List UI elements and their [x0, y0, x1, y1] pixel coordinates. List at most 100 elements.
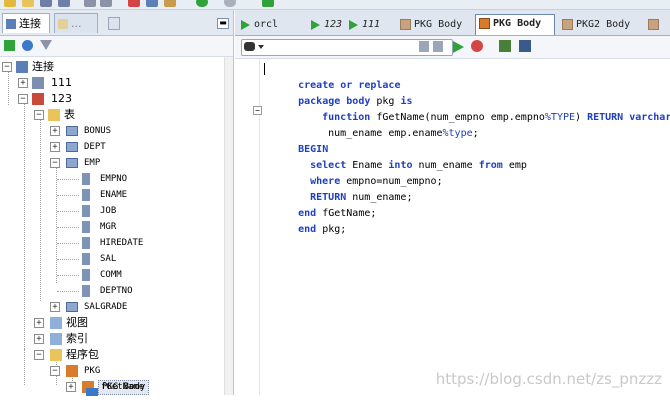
column-icon — [82, 205, 90, 217]
database-connection-icon — [32, 77, 44, 89]
tree-node-column[interactable]: DEPTNO — [0, 283, 220, 299]
tree-node-column[interactable]: SAL — [0, 251, 220, 267]
tree-node-column[interactable]: JOB — [0, 203, 220, 219]
tree-node-conn-123[interactable]: − 123 — [0, 91, 220, 107]
minimize-panel-button[interactable]: ▬ — [217, 18, 229, 29]
tree-label-function[interactable]: fGetName — [101, 382, 144, 392]
debug-icon[interactable] — [471, 40, 483, 52]
save-icon[interactable] — [40, 0, 52, 7]
code-token: end — [298, 224, 317, 235]
tree-node-views[interactable]: + 视图 — [0, 315, 220, 331]
code-fold-toggle[interactable]: − — [253, 106, 262, 115]
code-token: %type — [442, 128, 473, 139]
run-icon[interactable] — [262, 0, 274, 7]
editor-tab-bar: orcl 123 111 PKG Body PKG Body PKG2 Body — [235, 10, 670, 36]
connections-panel: 连接 ... ▬ − 连接 + 111 − 123 − 表 + BONUS + … — [0, 10, 234, 398]
code-editor[interactable]: create or replace package body pkg is fu… — [262, 59, 670, 395]
expand-toggle[interactable]: + — [18, 78, 28, 88]
package-icon — [66, 365, 78, 377]
tree-label-conn-123: 123 — [51, 92, 72, 105]
code-token: emp — [502, 160, 527, 171]
collapse-toggle[interactable]: − — [50, 158, 60, 168]
expand-toggle[interactable]: + — [50, 142, 60, 152]
tree-node-column[interactable]: MGR — [0, 219, 220, 235]
filter-icon[interactable] — [40, 40, 52, 50]
code-line: BEGIN — [262, 126, 328, 155]
table-icon — [66, 126, 78, 136]
forward-icon[interactable] — [196, 0, 208, 7]
tab-orcl[interactable]: orcl — [237, 16, 303, 35]
back-icon[interactable] — [224, 0, 236, 7]
new-file-icon[interactable] — [4, 0, 16, 7]
view-folder-icon — [50, 317, 62, 329]
tree-node-table-salgrade[interactable]: + SALGRADE — [0, 299, 220, 315]
collapse-toggle[interactable]: − — [18, 94, 28, 104]
expand-toggle[interactable]: + — [34, 318, 44, 328]
tree-label-indexes: 索引 — [66, 332, 88, 345]
snippets-icon[interactable] — [108, 17, 120, 30]
binoculars-icon — [244, 42, 255, 51]
tab-connections-label: 连接 — [19, 17, 41, 30]
connections-icon — [16, 61, 28, 73]
collapse-toggle[interactable]: − — [50, 366, 60, 376]
next-down-icon[interactable] — [419, 41, 429, 52]
tab-pkg2-body[interactable]: PKG2 Body — [559, 16, 643, 35]
code-line: package body pkg is — [262, 78, 412, 107]
open-folder-icon[interactable] — [22, 0, 34, 7]
expand-toggle[interactable]: + — [50, 302, 60, 312]
tree-node-connections[interactable]: − 连接 — [0, 59, 220, 75]
tree-label-table: SALGRADE — [84, 302, 128, 312]
tree-node-packages[interactable]: − 程序包 — [0, 347, 220, 363]
expand-toggle[interactable]: + — [66, 382, 76, 392]
package-body-icon — [562, 19, 573, 30]
add-connection-icon[interactable] — [4, 40, 15, 51]
tree-node-column[interactable]: EMPNO — [0, 171, 220, 187]
table-icon — [66, 142, 78, 152]
compile-icon[interactable] — [453, 41, 464, 53]
tree-label-views: 视图 — [66, 316, 88, 329]
paste-icon[interactable] — [164, 0, 176, 7]
undo-icon[interactable] — [84, 0, 96, 7]
connections-toolbar — [0, 36, 233, 57]
refresh-icon[interactable] — [22, 40, 33, 51]
collapse-toggle[interactable]: − — [34, 350, 44, 360]
tree-node-package-pkg[interactable]: − PKG — [0, 363, 220, 379]
sql-worksheet-icon — [311, 20, 320, 30]
reports-tab-icon — [58, 19, 68, 29]
tree-node-table-dept[interactable]: + DEPT — [0, 139, 220, 155]
code-line: num_ename emp.ename%type; — [292, 110, 479, 139]
column-icon — [82, 253, 90, 265]
tree-node-conn-111[interactable]: + 111 — [0, 75, 220, 91]
tree-node-column[interactable]: COMM — [0, 267, 220, 283]
tree-node-column[interactable]: ENAME — [0, 187, 220, 203]
tab-pkg-body-active[interactable]: PKG Body — [475, 14, 555, 35]
profile-icon[interactable] — [499, 40, 511, 52]
tree-node-table-bonus[interactable]: + BONUS — [0, 123, 220, 139]
tree-node-indexes[interactable]: + 索引 — [0, 331, 220, 347]
next-up-icon[interactable] — [433, 41, 443, 52]
tab-connections[interactable]: 连接 — [2, 13, 50, 33]
column-icon — [82, 189, 90, 201]
tab-more[interactable] — [645, 16, 669, 35]
tree-node-tables[interactable]: − 表 — [0, 107, 220, 123]
collapse-toggle[interactable]: − — [34, 110, 44, 120]
tab-pkg-body-1[interactable]: PKG Body — [397, 16, 475, 35]
tree-scrollbar[interactable] — [224, 57, 233, 395]
expand-toggle[interactable]: + — [50, 126, 60, 136]
tree-node-table-emp[interactable]: − EMP — [0, 155, 220, 171]
download-icon[interactable] — [519, 40, 531, 52]
tab-reports[interactable]: ... — [54, 13, 98, 33]
tab-label: 123 — [324, 19, 343, 30]
copy-icon[interactable] — [146, 0, 158, 7]
cut-icon[interactable] — [128, 0, 140, 7]
save-all-icon[interactable] — [58, 0, 70, 7]
table-icon — [66, 302, 78, 312]
expand-toggle[interactable]: + — [34, 334, 44, 344]
column-icon — [82, 285, 90, 297]
tree-node-column[interactable]: HIREDATE — [0, 235, 220, 251]
tab-111[interactable]: 111 — [345, 16, 399, 35]
text-caret — [264, 63, 265, 75]
redo-icon[interactable] — [100, 0, 112, 7]
collapse-toggle[interactable]: − — [2, 62, 12, 72]
connection-tree: − 连接 + 111 − 123 − 表 + BONUS + DEPT − EM… — [0, 57, 224, 398]
